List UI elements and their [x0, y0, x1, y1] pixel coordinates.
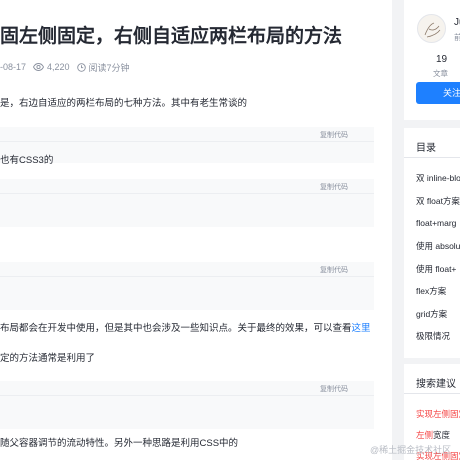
code-block: 复制代码 [0, 262, 374, 310]
paragraph-method: 定的方法通常是利用了 [0, 353, 96, 364]
code-block: 复制代码 [0, 179, 374, 227]
toc-item[interactable]: 双 inline-blo [416, 172, 460, 184]
article-count-label: 文章 [433, 69, 448, 78]
divider [404, 393, 460, 394]
suggestion-item[interactable]: 实现左侧固定 [416, 408, 460, 420]
author-name[interactable]: Ju [454, 17, 460, 28]
suggestion-item[interactable]: 左侧宽度 [416, 429, 450, 441]
here-link[interactable]: 这里 [352, 323, 371, 334]
article-panel: 固左侧固定，右侧自适应两栏布局的方法 -08-17 4,220 阅读7分钟 是，… [0, 0, 392, 460]
article-meta: -08-17 4,220 阅读7分钟 [0, 59, 130, 75]
watermark: @稀土掘金技术社区 [370, 445, 452, 455]
paragraph-intro: 是，右边自适应的两栏布局的七种方法。其中有老生常谈的 [0, 98, 248, 109]
publish-date: -08-17 [0, 62, 27, 72]
article-count: 19 [436, 54, 448, 65]
avatar-sketch-icon [424, 22, 441, 38]
paragraph-css3: 也有CSS3的 [0, 155, 54, 166]
article-title: 固左侧固定，右侧自适应两栏布局的方法 [0, 26, 343, 47]
read-time: 阅读7分钟 [88, 62, 130, 73]
code-block: 复制代码 [0, 127, 374, 163]
code-block: 复制代码 [0, 381, 374, 429]
views-stat: 4,220 [33, 62, 70, 72]
copy-code-button[interactable]: 复制代码 [320, 384, 348, 394]
paragraph-knowledge: 布局都会在开发中使用，但是其中也会涉及一些知识点。关于最终的效果，可以查看这里 [0, 323, 371, 334]
suggestions-heading: 搜索建议 [416, 379, 456, 390]
toc-item[interactable]: 使用 float+ [416, 263, 456, 275]
toc-item[interactable]: 使用 absolu [416, 240, 460, 252]
copy-code-button[interactable]: 复制代码 [320, 130, 348, 140]
avatar[interactable] [417, 14, 446, 43]
toc-item[interactable]: float+marg [416, 218, 456, 228]
clock-icon [76, 62, 86, 72]
paragraph-flow: 随父容器调节的流动特性。另外一种思路是利用CSS中的 [0, 438, 239, 449]
views-count: 4,220 [47, 62, 70, 72]
copy-code-button[interactable]: 复制代码 [320, 182, 348, 192]
copy-code-button[interactable]: 复制代码 [320, 265, 348, 275]
author-title: 前 [454, 33, 460, 42]
toc-item[interactable]: grid方案 [416, 308, 447, 320]
toc-item[interactable]: flex方案 [416, 285, 446, 297]
divider [404, 157, 460, 158]
eye-icon [33, 63, 45, 71]
toc-item[interactable]: 双 float方案 [416, 195, 460, 207]
read-time-stat: 阅读7分钟 [76, 61, 130, 74]
author-card: Ju 前 19 文章 关注 [404, 0, 460, 120]
follow-button[interactable]: 关注 [416, 82, 460, 104]
toc-item[interactable]: 极限情况 [416, 330, 450, 342]
toc-card: 目录 双 inline-blo 双 float方案 float+marg 使用 … [404, 128, 460, 358]
toc-heading: 目录 [416, 143, 436, 154]
